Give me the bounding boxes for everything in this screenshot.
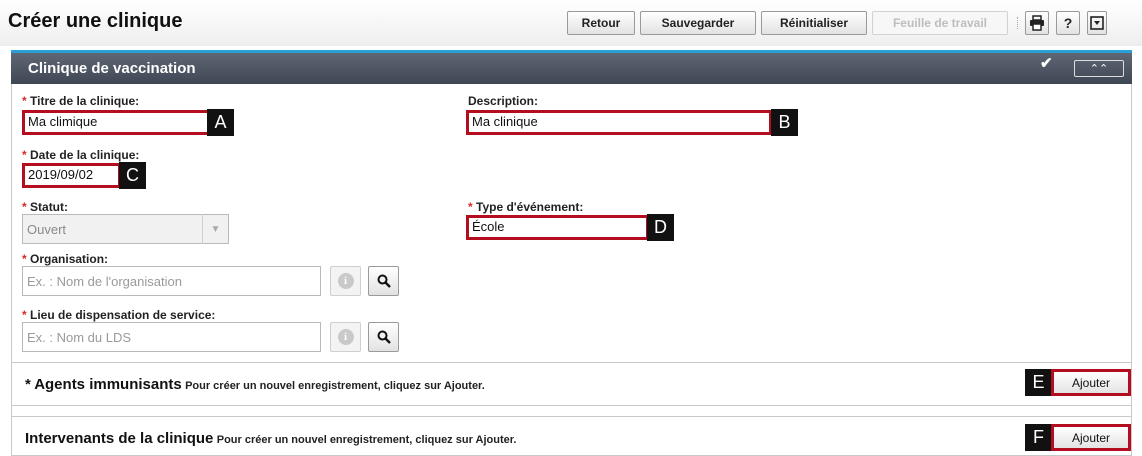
callout-badge-b: B (771, 109, 798, 136)
menu-dropdown-icon (1090, 16, 1104, 30)
agents-title: Agents immunisants (34, 376, 182, 393)
description-label: Description: (468, 94, 539, 108)
save-button[interactable]: Sauvegarder (640, 11, 756, 35)
back-button[interactable]: Retour (567, 11, 635, 35)
worksheet-button[interactable]: Feuille de travail (872, 11, 1008, 35)
info-icon: i (337, 273, 354, 289)
service-location-search-button[interactable] (368, 322, 399, 352)
status-select[interactable]: Ouvert (22, 214, 229, 244)
organisation-search-button[interactable] (368, 266, 399, 296)
status-label: * Statut: (22, 200, 69, 214)
event-type-field[interactable]: École (466, 215, 649, 240)
clinic-title-label: * Titre de la clinique: (22, 94, 140, 108)
service-location-input[interactable]: Ex. : Nom du LDS (22, 322, 321, 352)
chevron-down-icon: ▼ (202, 214, 228, 244)
callout-badge-d: D (647, 214, 674, 241)
callout-badge-c: C (119, 162, 146, 189)
agents-hint: Pour créer un nouvel enregistrement, cli… (185, 380, 485, 392)
callout-badge-f: F (1025, 424, 1052, 451)
required-marker: * (22, 94, 27, 108)
agents-header: * Agents immunisants Pour créer un nouve… (25, 376, 485, 393)
checkmark-icon: ✔ (1040, 55, 1053, 72)
help-button[interactable]: ? (1056, 11, 1080, 35)
organisation-info-button[interactable]: i (330, 266, 361, 296)
section-title: Clinique de vaccination (28, 60, 196, 77)
staff-header: Intervenants de la clinique Pour créer u… (25, 430, 516, 447)
staff-hint: Pour créer un nouvel enregistrement, cli… (216, 434, 517, 446)
print-icon (1030, 15, 1044, 31)
service-location-label: * Lieu de dispensation de service: (22, 308, 216, 322)
clinic-date-field[interactable]: 2019/09/02 (22, 163, 121, 188)
organisation-label: * Organisation: (22, 252, 109, 266)
menu-dropdown-button[interactable] (1087, 11, 1107, 35)
clinic-date-label: * Date de la clinique: (22, 148, 140, 162)
event-type-label: * Type d'événement: (468, 200, 584, 214)
add-agent-button[interactable]: Ajouter (1051, 369, 1131, 396)
collapse-button[interactable]: ⌃⌃ (1074, 60, 1124, 77)
search-icon (377, 274, 391, 288)
info-icon: i (337, 329, 354, 345)
description-field[interactable]: Ma clinique (466, 110, 772, 135)
reset-button[interactable]: Réinitialiser (761, 11, 867, 35)
search-icon (377, 330, 391, 344)
add-staff-button[interactable]: Ajouter (1051, 424, 1131, 451)
toolbar-separator (1017, 17, 1019, 29)
organisation-input[interactable]: Ex. : Nom de l'organisation (22, 266, 321, 296)
service-location-info-button[interactable]: i (330, 322, 361, 352)
page-title: Créer une clinique (8, 10, 183, 32)
print-button[interactable] (1025, 11, 1049, 35)
callout-badge-a: A (207, 109, 234, 136)
clinic-title-field[interactable]: Ma climique (22, 110, 210, 135)
staff-title: Intervenants de la clinique (25, 430, 214, 447)
double-chevron-up-icon: ⌃⌃ (1089, 63, 1109, 75)
help-icon: ? (1063, 15, 1073, 31)
callout-badge-e: E (1025, 369, 1052, 396)
